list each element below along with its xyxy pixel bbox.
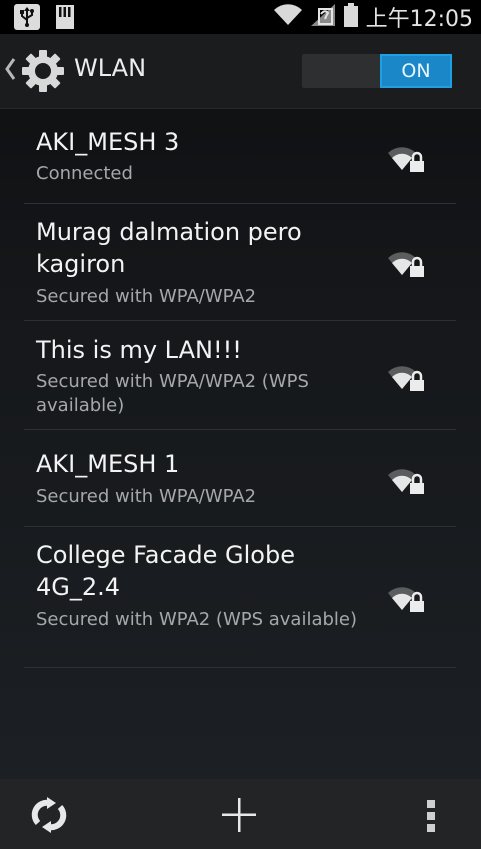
network-item[interactable]: College Facade Globe 4G_2.4 Secured with…: [24, 527, 456, 668]
add-network-icon[interactable]: [220, 796, 258, 838]
action-bar: WLAN ON: [0, 34, 481, 109]
no-signal-icon: [310, 3, 336, 31]
wlan-toggle[interactable]: ON: [302, 54, 452, 88]
wlan-settings-screen: 上午12:05 WLAN ON AKI_MESH 3 Connected Mur…: [0, 0, 481, 849]
network-item[interactable]: This is my LAN!!! Secured with WPA/WPA2 …: [24, 321, 456, 430]
back-caret-icon[interactable]: [4, 56, 16, 86]
network-item[interactable]: Murag dalmation pero kagiron Secured wit…: [24, 204, 456, 321]
secured-wifi-icon: [388, 584, 426, 616]
network-ssid: Murag dalmation pero kagiron: [36, 218, 302, 278]
network-status: Connected: [36, 163, 133, 184]
network-list: AKI_MESH 3 Connected Murag dalmation per…: [24, 108, 456, 668]
network-item[interactable]: AKI_MESH 3 Connected: [24, 108, 456, 204]
usb-icon: [14, 4, 40, 30]
network-ssid: AKI_MESH 1: [36, 450, 180, 478]
network-ssid: AKI_MESH 3: [36, 128, 180, 156]
battery-icon: [343, 3, 358, 31]
network-ssid: College Facade Globe 4G_2.4: [36, 541, 295, 601]
secured-wifi-icon: [388, 466, 426, 498]
sd-card-icon: [54, 4, 76, 30]
network-status: Secured with WPA/WPA2 (WPS available): [36, 371, 309, 416]
page-title: WLAN: [74, 54, 147, 82]
network-status: Secured with WPA2 (WPS available): [36, 609, 358, 630]
wifi-signal-icon: [273, 4, 302, 30]
overflow-menu-icon[interactable]: [424, 799, 438, 837]
network-item[interactable]: AKI_MESH 1 Secured with WPA/WPA2: [24, 430, 456, 527]
secured-wifi-icon: [388, 249, 426, 281]
secured-wifi-icon: [388, 144, 426, 176]
network-status: Secured with WPA/WPA2: [36, 486, 257, 507]
status-time: 上午12:05: [365, 7, 473, 32]
status-bar: 上午12:05: [0, 0, 481, 34]
settings-gear-icon[interactable]: [20, 48, 66, 98]
refresh-icon[interactable]: [30, 796, 68, 838]
network-ssid: This is my LAN!!!: [36, 336, 242, 364]
secured-wifi-icon: [388, 363, 426, 395]
toggle-on-label: ON: [380, 54, 452, 88]
network-status: Secured with WPA/WPA2: [36, 286, 257, 307]
bottom-action-bar: [0, 779, 481, 849]
